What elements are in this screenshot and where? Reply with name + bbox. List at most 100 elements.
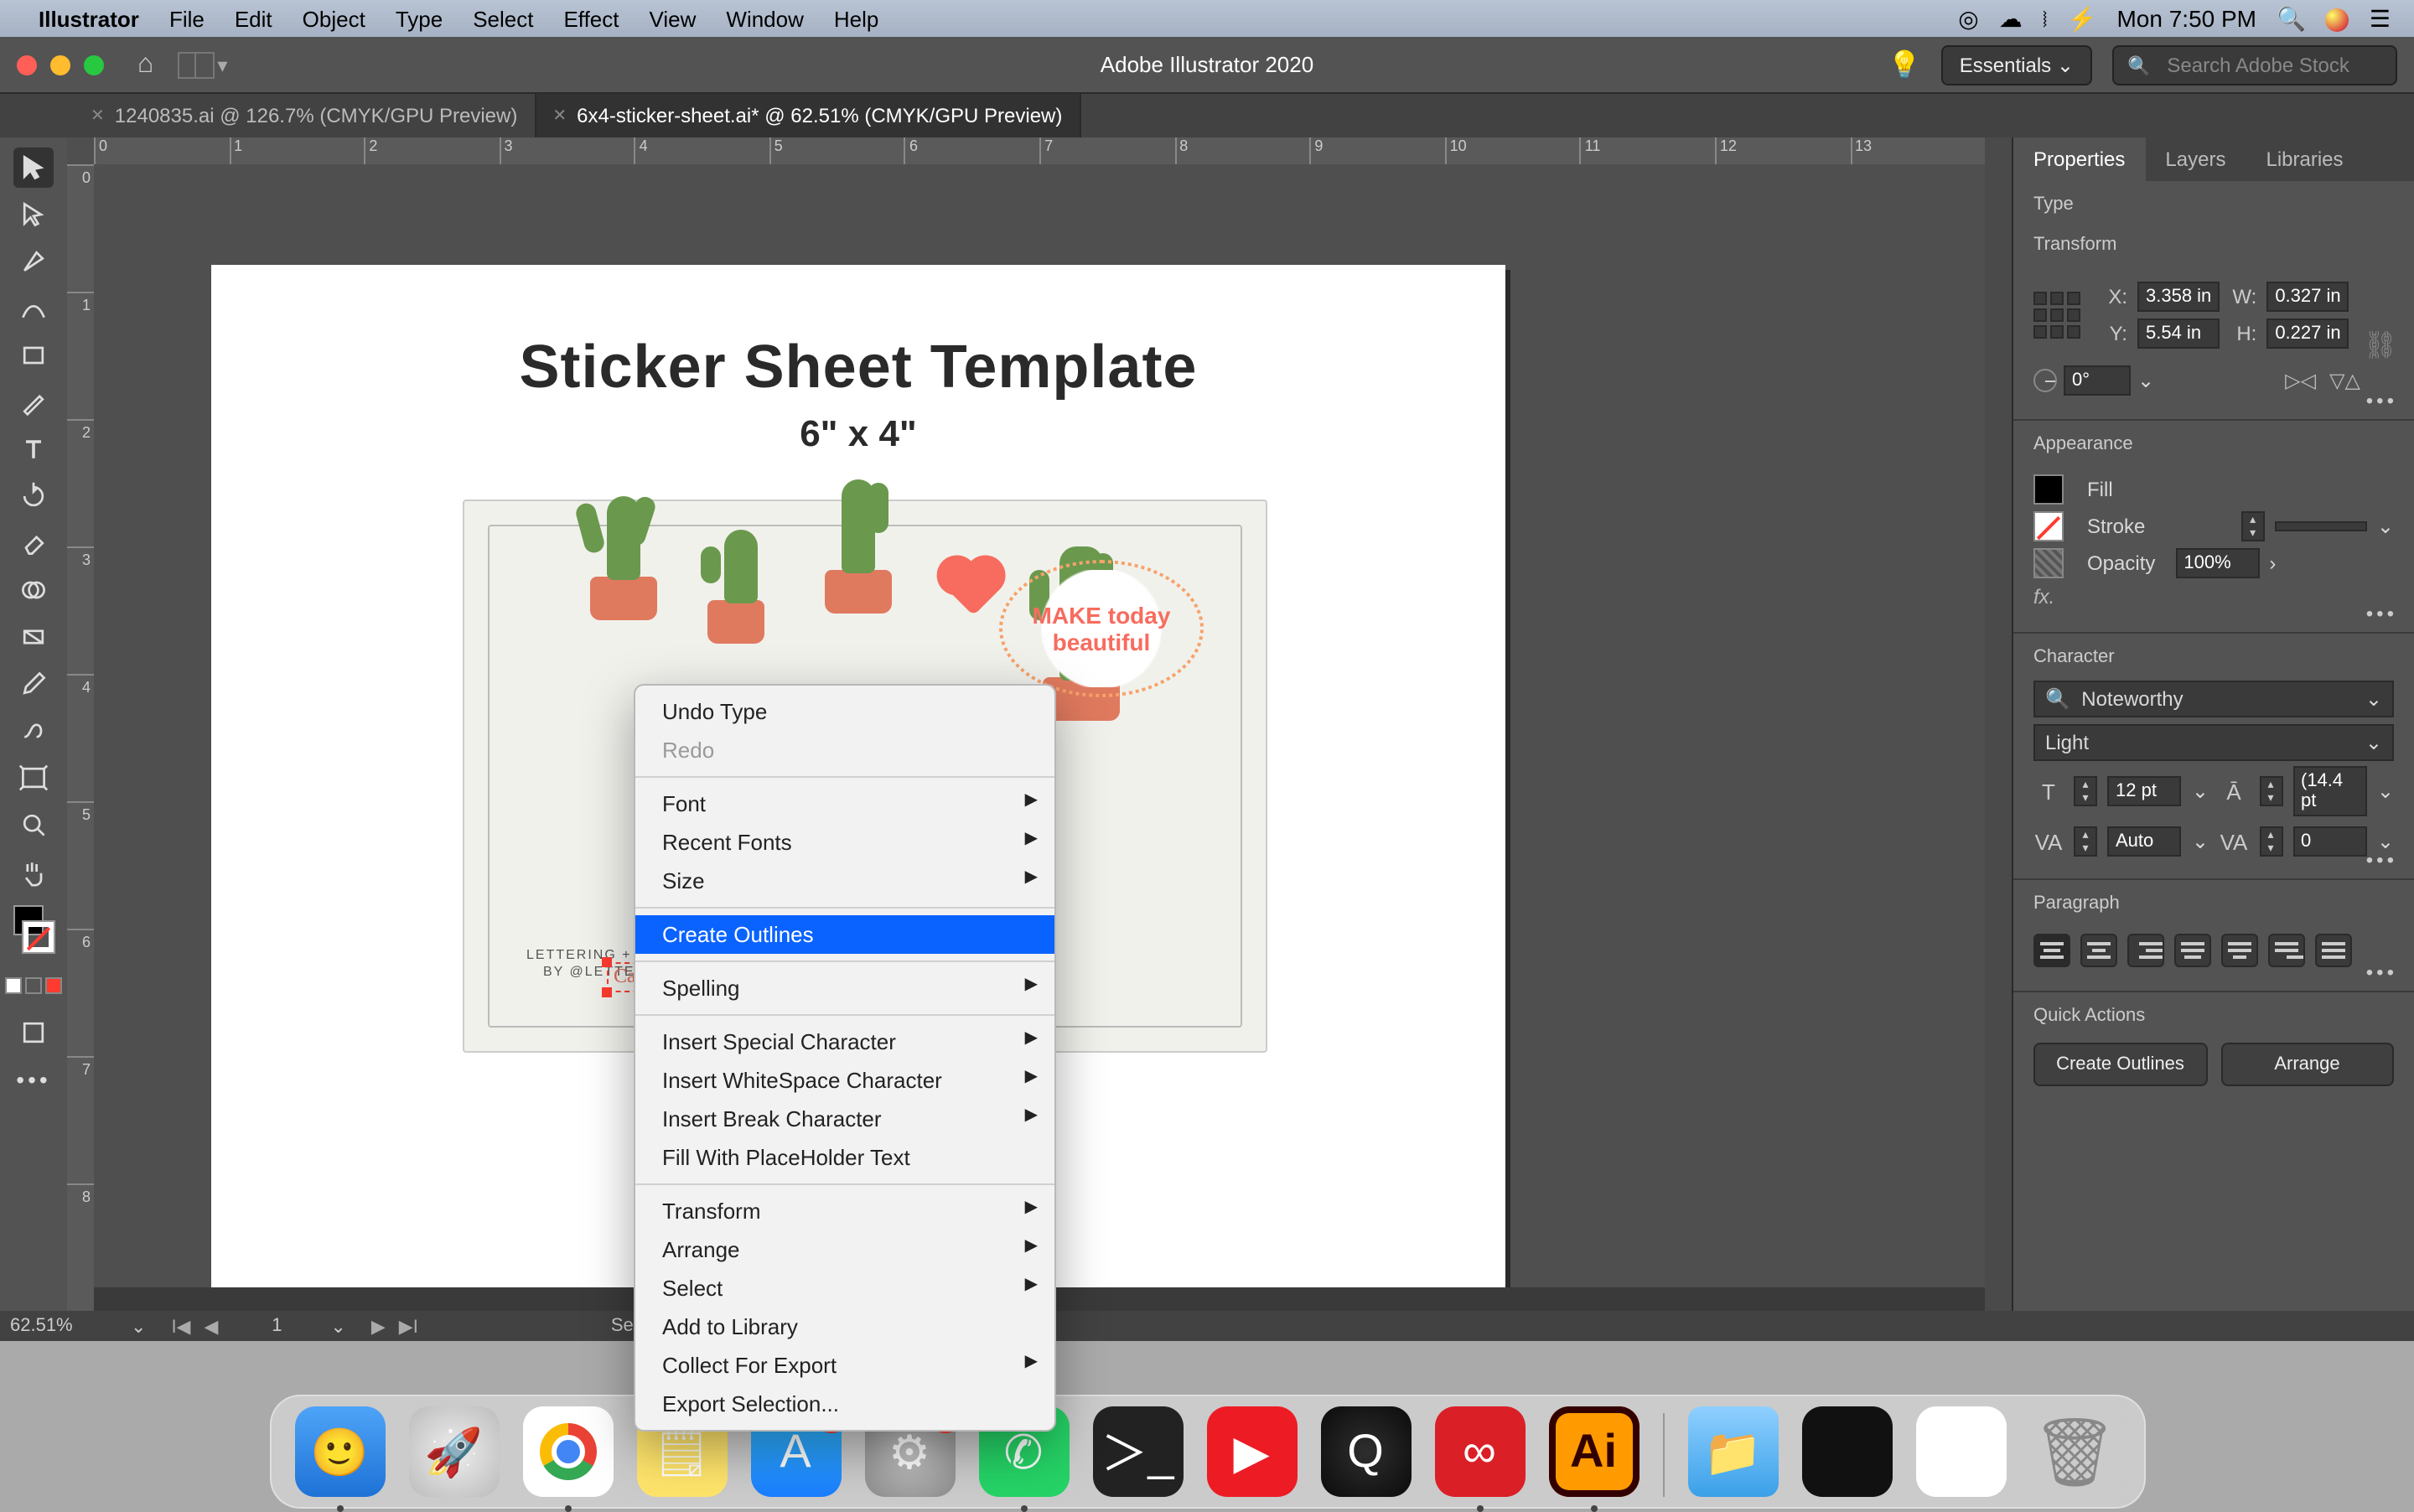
notifications-icon[interactable]: ☰	[2360, 4, 2401, 33]
menu-type[interactable]: Type	[381, 6, 458, 31]
transform-x-input[interactable]: 3.358 in	[2137, 282, 2220, 312]
tracking-stepper[interactable]: ▴▾	[2259, 826, 2282, 857]
home-button[interactable]: ⌂	[137, 49, 153, 80]
menu-view[interactable]: View	[635, 6, 712, 31]
document-tab[interactable]: ✕1240835.ai @ 126.7% (CMYK/GPU Preview)	[74, 94, 536, 137]
artboard-nav[interactable]: I◀◀	[166, 1315, 223, 1337]
font-size-stepper[interactable]: ▴▾	[2074, 776, 2097, 806]
eyedropper-tool[interactable]	[13, 664, 54, 704]
tracking-input[interactable]: 0	[2292, 826, 2367, 857]
fx-button[interactable]: fx.	[2033, 585, 2054, 608]
menu-file[interactable]: File	[154, 6, 220, 31]
cc-status-icon[interactable]: ◎	[1948, 4, 1988, 33]
color-mode-row[interactable]	[13, 966, 54, 1006]
ctx-spelling[interactable]: Spelling	[635, 969, 1054, 1007]
fill-swatch[interactable]	[2033, 474, 2064, 505]
zoom-tool[interactable]	[13, 805, 54, 845]
gradient-tool[interactable]	[13, 617, 54, 657]
tab-layers[interactable]: Layers	[2145, 137, 2246, 181]
window-minimize[interactable]	[50, 54, 70, 75]
selection-tool[interactable]	[13, 148, 54, 188]
menu-object[interactable]: Object	[288, 6, 381, 31]
rotate-tool[interactable]	[13, 476, 54, 516]
collapsed-panel-column[interactable]	[1985, 137, 2012, 1311]
ctx-add-library[interactable]: Add to Library	[635, 1307, 1054, 1346]
align-center-button[interactable]	[2080, 934, 2117, 967]
ctx-recent-fonts[interactable]: Recent Fonts	[635, 823, 1054, 862]
artboard-number[interactable]: 1	[243, 1316, 310, 1336]
hand-tool[interactable]	[13, 852, 54, 892]
align-right-button[interactable]	[2127, 934, 2164, 967]
flip-vertical-icon[interactable]: ▽△	[2329, 369, 2360, 392]
menu-effect[interactable]: Effect	[548, 6, 634, 31]
direct-selection-tool[interactable]	[13, 194, 54, 235]
reference-point-grid[interactable]	[2033, 292, 2080, 339]
justify-all-button[interactable]	[2315, 934, 2352, 967]
pen-tool[interactable]	[13, 241, 54, 282]
justify-left-button[interactable]	[2174, 934, 2211, 967]
dock-terminal[interactable]: ＞_	[1092, 1406, 1183, 1497]
kerning-input[interactable]: Auto	[2107, 826, 2182, 857]
font-size-input[interactable]: 12 pt	[2107, 776, 2182, 806]
stroke-weight-input[interactable]	[2275, 521, 2367, 531]
dock-quicktime[interactable]: Q	[1320, 1406, 1411, 1497]
ctx-collect-export[interactable]: Collect For Export	[635, 1346, 1054, 1385]
ctx-size[interactable]: Size	[635, 862, 1054, 900]
transform-h-input[interactable]: 0.227 in	[2266, 318, 2349, 349]
dock-finder[interactable]: 🙂	[294, 1406, 385, 1497]
dock-recent-2[interactable]	[1915, 1406, 2006, 1497]
ctx-create-outlines[interactable]: Create Outlines	[635, 915, 1054, 954]
ctx-undo[interactable]: Undo Type	[635, 692, 1054, 731]
screen-mode-tool[interactable]	[13, 1012, 54, 1053]
dock-illustrator[interactable]: Ai	[1548, 1406, 1639, 1497]
ctx-insert-whitespace[interactable]: Insert WhiteSpace Character	[635, 1061, 1054, 1100]
dock-creative-cloud[interactable]: ∞	[1434, 1406, 1525, 1497]
stroke-options-chevron-icon[interactable]: ⌄	[2377, 515, 2394, 538]
document-tab[interactable]: ✕6x4-sticker-sheet.ai* @ 62.51% (CMYK/GP…	[536, 94, 1080, 137]
font-weight-select[interactable]: Light⌄	[2033, 724, 2394, 761]
ctx-export-selection[interactable]: Export Selection...	[635, 1385, 1054, 1423]
ctx-fill-placeholder[interactable]: Fill With PlaceHolder Text	[635, 1138, 1054, 1177]
zoom-level[interactable]: 62.51%	[10, 1316, 111, 1336]
menu-edit[interactable]: Edit	[220, 6, 288, 31]
cloud-sync-icon[interactable]: ☁	[1989, 4, 2033, 33]
opacity-swatch[interactable]	[2033, 548, 2064, 578]
artboard-tool[interactable]	[13, 758, 54, 798]
ctx-transform[interactable]: Transform	[635, 1192, 1054, 1230]
battery-icon[interactable]: ⚡	[2058, 4, 2107, 33]
close-tab-icon[interactable]: ✕	[91, 106, 105, 125]
ruler-horizontal[interactable]: 012345678910111213	[94, 137, 1985, 164]
menu-app[interactable]: Illustrator	[23, 6, 154, 31]
type-tool[interactable]	[13, 429, 54, 469]
rectangle-tool[interactable]	[13, 335, 54, 375]
transform-w-input[interactable]: 0.327 in	[2266, 282, 2349, 312]
eraser-tool[interactable]	[13, 523, 54, 563]
menu-select[interactable]: Select	[458, 6, 548, 31]
spotlight-icon[interactable]: 🔍	[2266, 4, 2316, 33]
leading-stepper[interactable]: ▴▾	[2259, 776, 2282, 806]
stroke-weight-stepper[interactable]: ▴▾	[2241, 511, 2265, 541]
ctx-select[interactable]: Select	[635, 1269, 1054, 1307]
tab-properties[interactable]: Properties	[2013, 137, 2145, 181]
arrange-documents-chevron-icon[interactable]: ▾	[217, 53, 227, 76]
workspace-switcher[interactable]: Essentials ⌄	[1941, 44, 2092, 85]
fill-stroke-swatch[interactable]	[13, 898, 54, 959]
clock[interactable]: Mon 7:50 PM	[2106, 5, 2266, 32]
ctx-font[interactable]: Font	[635, 784, 1054, 823]
align-left-button[interactable]	[2033, 934, 2070, 967]
more-options-icon[interactable]: •••	[2366, 389, 2397, 412]
justify-right-button[interactable]	[2268, 934, 2305, 967]
ctx-insert-special[interactable]: Insert Special Character	[635, 1023, 1054, 1061]
opacity-chevron-icon[interactable]: ›	[2269, 551, 2276, 575]
opacity-input[interactable]: 100%	[2175, 548, 2259, 578]
blend-tool[interactable]	[13, 711, 54, 751]
artboard-nav[interactable]: ▶▶I	[366, 1315, 423, 1337]
close-tab-icon[interactable]: ✕	[552, 106, 567, 125]
more-options-icon[interactable]: •••	[2366, 961, 2397, 984]
paintbrush-tool[interactable]	[13, 382, 54, 422]
window-zoom[interactable]	[84, 54, 104, 75]
menu-window[interactable]: Window	[711, 6, 819, 31]
ctx-insert-break[interactable]: Insert Break Character	[635, 1100, 1054, 1138]
arrange-documents-button[interactable]	[177, 51, 214, 78]
dock-trash[interactable]: 🗑	[2029, 1406, 2120, 1497]
